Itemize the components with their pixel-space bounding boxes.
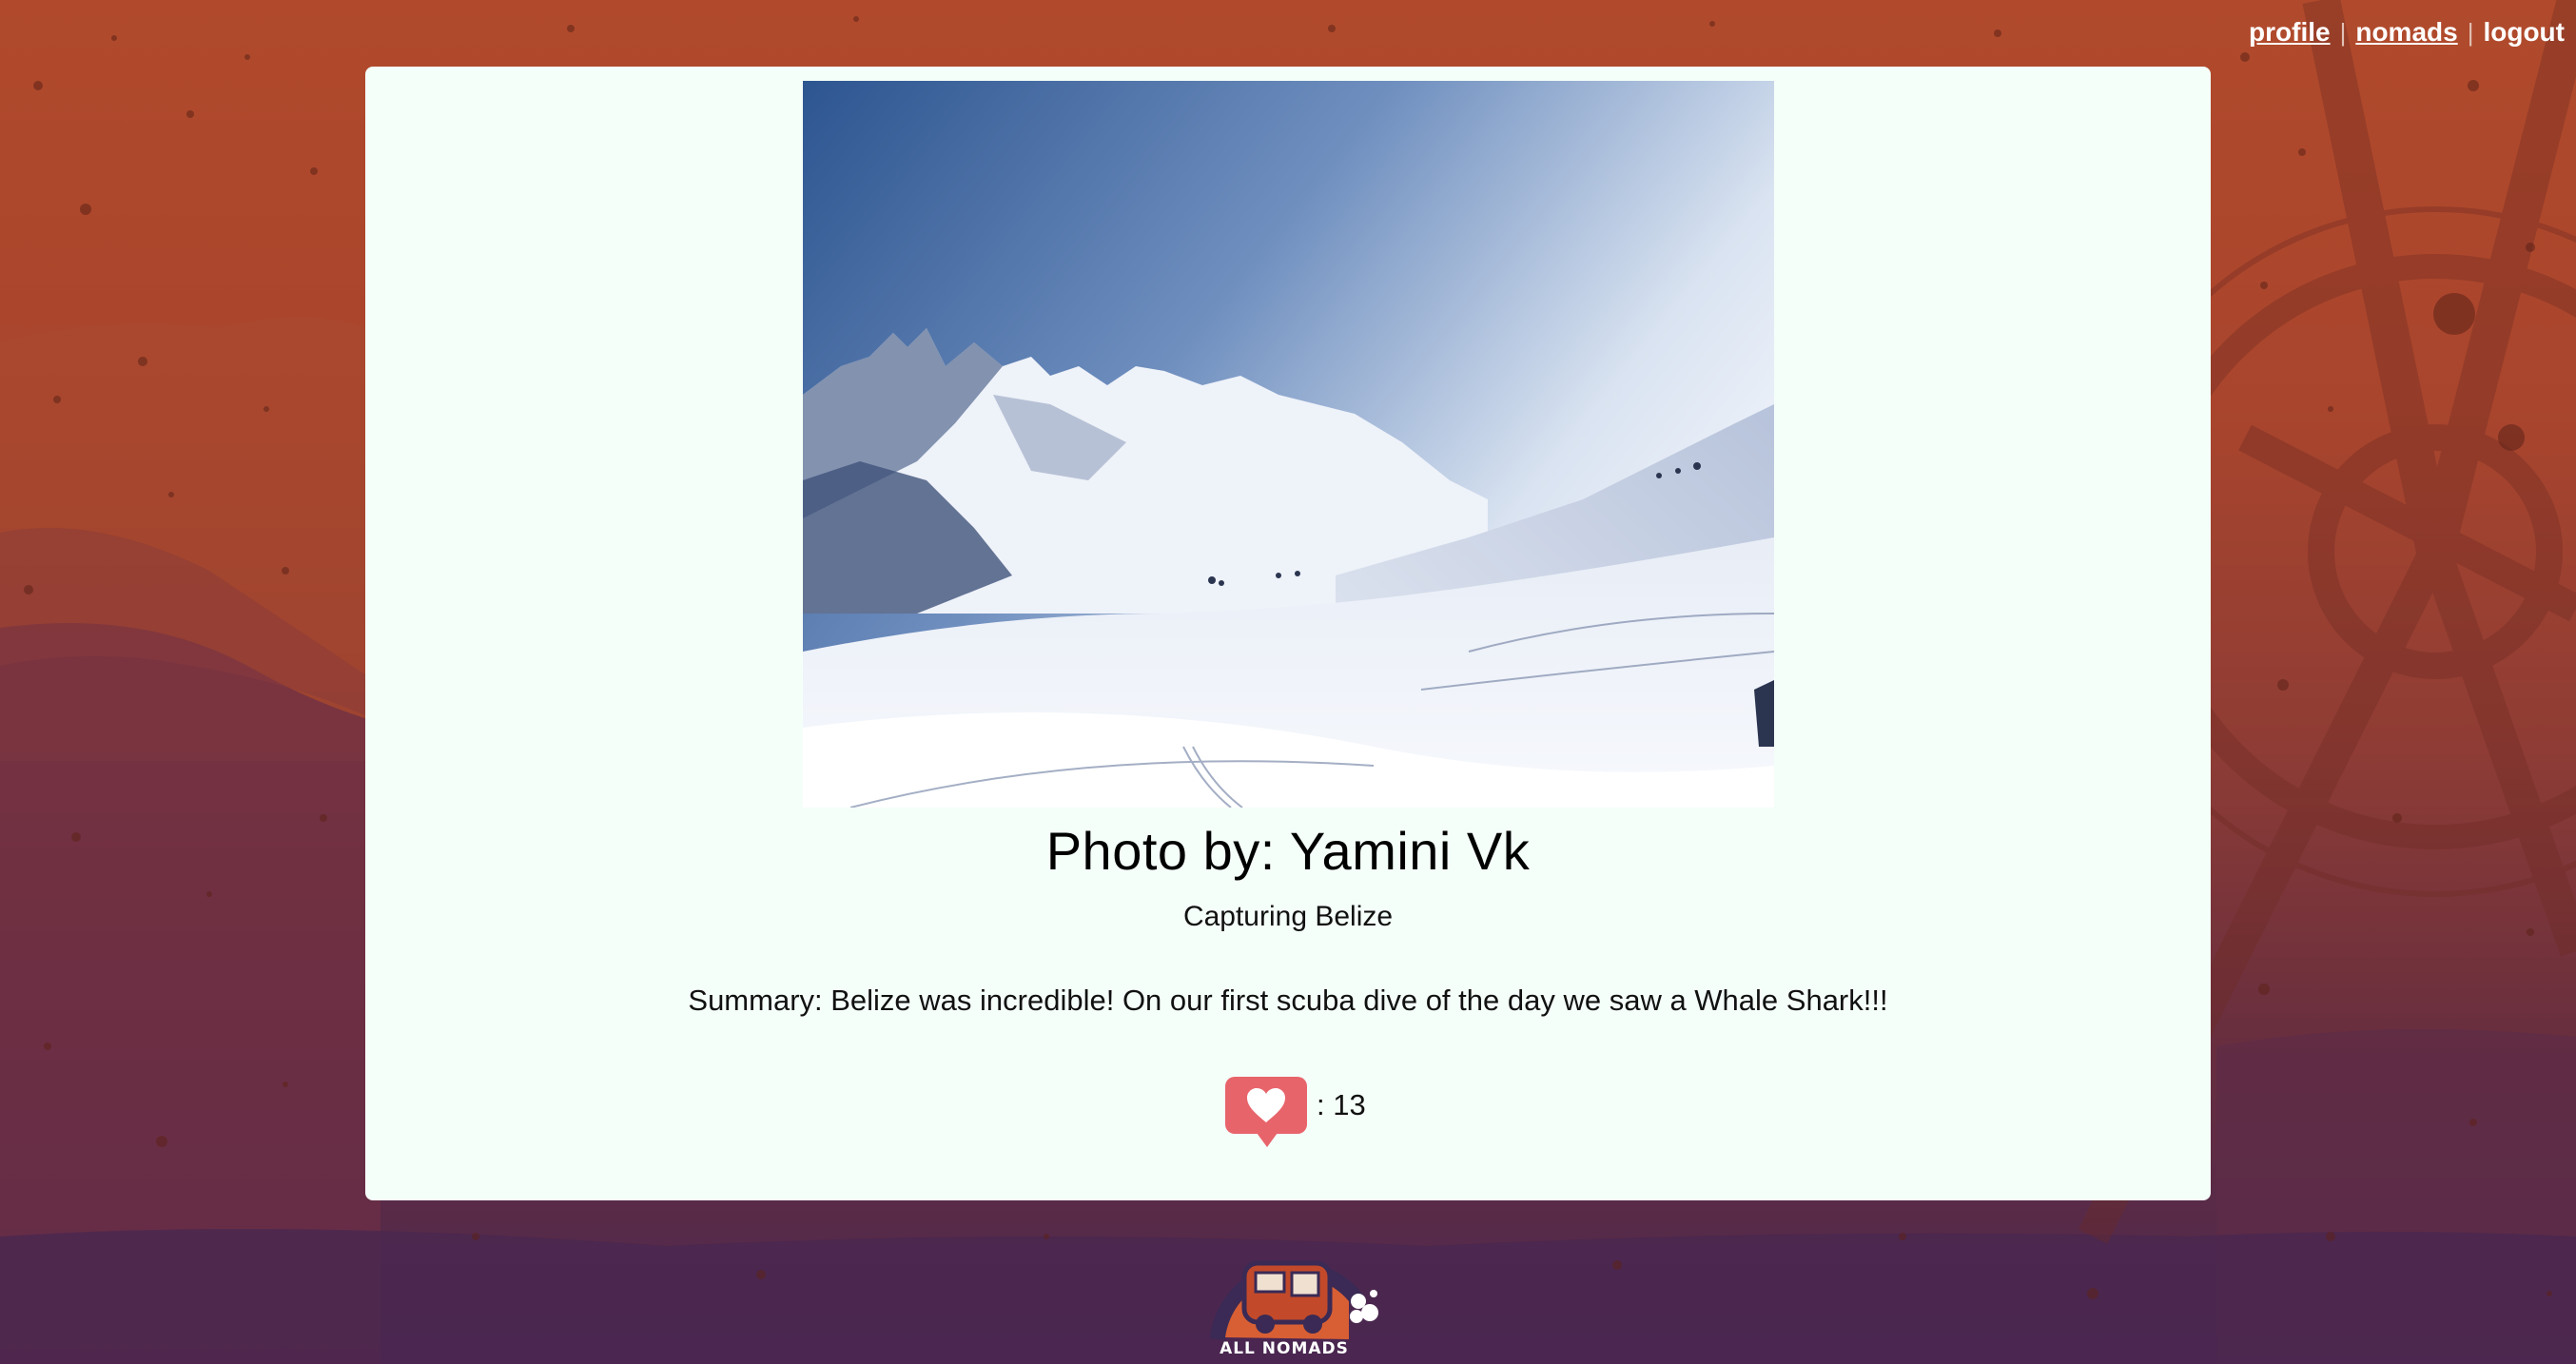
all-nomads-logo[interactable]: ALL NOMADS	[1206, 1225, 1387, 1364]
post-card: Photo by: Yamini Vk Capturing Belize Sum…	[365, 67, 2211, 1200]
heart-icon	[1247, 1088, 1285, 1122]
like-button[interactable]	[1225, 1077, 1307, 1147]
photo-title: Photo by: Yamini Vk	[1045, 821, 1531, 881]
photo-summary: Summary: Belize was incredible! On our f…	[688, 984, 1888, 1017]
snowy-mountains-image	[803, 81, 1774, 808]
logout-link[interactable]: logout	[2483, 17, 2565, 48]
post-photo	[803, 81, 1774, 808]
nav-separator: |	[2467, 18, 2474, 47]
profile-link[interactable]: profile	[2249, 17, 2331, 48]
logo-text: ALL NOMADS	[1220, 1339, 1349, 1358]
nav-separator: |	[2339, 18, 2347, 47]
like-count: : 13	[1317, 1088, 1366, 1121]
photo-caption: Capturing Belize	[1182, 901, 1394, 932]
top-nav: profile | nomads | logout	[2249, 17, 2565, 48]
page: profile | nomads | logout Photo by: Yami…	[0, 0, 2576, 1364]
likes-section: : 13	[1225, 1077, 1366, 1147]
nomads-link[interactable]: nomads	[2355, 17, 2457, 48]
